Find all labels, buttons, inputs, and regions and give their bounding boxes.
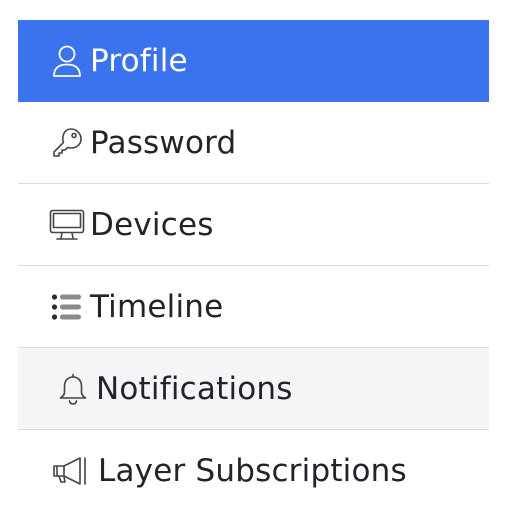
menu-item-label: Layer Subscriptions [98,452,407,489]
menu-item-password[interactable]: Password [18,102,489,184]
menu-item-label: Devices [90,206,214,243]
menu-item-layer-subscriptions[interactable]: Layer Subscriptions [18,430,489,511]
menu-item-label: Password [90,124,237,161]
menu-item-label: Profile [90,42,188,79]
megaphone-icon [50,451,94,491]
menu-item-devices[interactable]: Devices [18,184,489,266]
bell-icon [54,369,92,409]
menu-item-profile[interactable]: Profile [18,20,489,102]
menu-item-notifications[interactable]: Notifications [18,348,489,430]
monitor-icon [48,205,86,245]
person-icon [48,41,86,81]
menu-item-timeline[interactable]: Timeline [18,266,489,348]
menu-item-label: Notifications [96,370,293,407]
key-icon [48,123,86,163]
list-icon [48,287,86,327]
menu-item-label: Timeline [90,288,224,325]
settings-menu: Profile Password Devices Timeline Notifi… [18,20,489,511]
